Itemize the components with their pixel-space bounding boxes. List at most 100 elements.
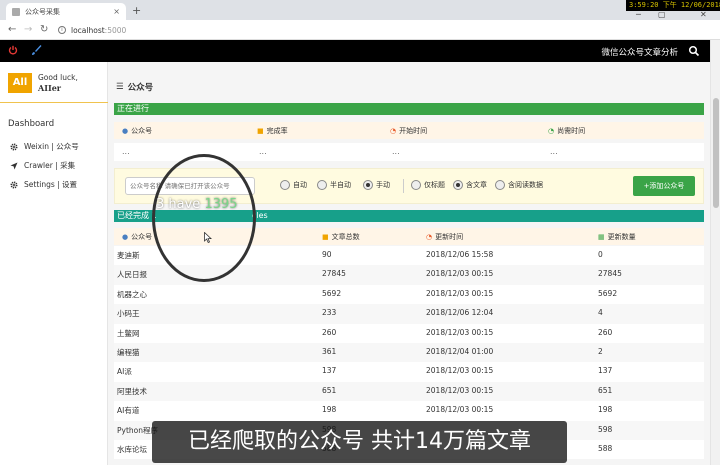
table-cell: 198 — [598, 405, 613, 415]
label-text: 尚需时间 — [557, 127, 586, 135]
user-name: AIIer — [38, 83, 61, 93]
table-row[interactable]: 土鳖网 260 2018/12/03 00:15 260 — [114, 323, 704, 343]
sidebar-item-weixin[interactable]: Weixin | 公众号 — [10, 141, 79, 152]
table-cell: 2018/12/03 00:15 — [426, 288, 494, 298]
scope-radio-read-data[interactable]: 含阅读数据 — [495, 180, 543, 190]
label-text: 完成率 — [266, 127, 288, 135]
label-text: 文章总数 — [331, 233, 360, 241]
label-text: 仅标题 — [424, 181, 445, 189]
minimize-icon[interactable]: ─ — [636, 10, 641, 19]
browser-tab[interactable]: 公众号采集 × — [6, 3, 126, 20]
send-icon — [10, 162, 18, 169]
new-tab-button[interactable]: + — [132, 4, 141, 17]
table-cell: 198 — [322, 405, 337, 415]
in-progress-header: ● 公众号 ■ 完成率 ◔ 开始时间 ◔ 尚需时间 — [114, 122, 704, 139]
radio-button[interactable] — [363, 180, 373, 190]
gear-icon — [10, 143, 18, 150]
sidebar-item-label: Crawler | 采集 — [24, 161, 76, 170]
label-text: 公众号 — [131, 233, 153, 241]
close-window-icon[interactable]: ✕ — [700, 10, 707, 19]
sidebar-item-crawler[interactable]: Crawler | 采集 — [10, 160, 75, 171]
table-cell: 5692 — [322, 288, 342, 298]
page-title-text: 公众号 — [127, 83, 154, 93]
maximize-icon[interactable]: ▢ — [658, 10, 666, 19]
url-port: :5000 — [104, 25, 127, 35]
sidebar-item-label: Settings | 设置 — [24, 180, 78, 189]
label-text: 更新时间 — [435, 233, 464, 241]
user-block: All Good luck, AIIer — [8, 72, 78, 94]
table-row[interactable]: 编程猫 361 2018/12/04 01:00 2 — [114, 342, 704, 363]
column-header: ■ 完成率 — [257, 126, 288, 136]
sidebar-item-settings[interactable]: Settings | 设置 — [10, 179, 77, 190]
table-cell: 2018/12/03 00:15 — [426, 405, 494, 415]
scope-radio-article[interactable]: 含文章 — [453, 180, 487, 190]
table-cell: 5692 — [598, 288, 618, 298]
reload-icon[interactable]: ↻ — [40, 24, 48, 35]
user-icon: ● — [122, 233, 129, 241]
radio-button[interactable] — [280, 180, 290, 190]
table-cell: 651 — [598, 385, 613, 395]
magnified-number: 1395 — [204, 197, 238, 212]
table-cell: AI有道 — [117, 406, 140, 416]
column-header: ◔ 尚需时间 — [548, 126, 585, 136]
scrollbar-thumb[interactable] — [713, 98, 719, 208]
table-row[interactable]: 小码王 233 2018/12/06 12:04 4 — [114, 304, 704, 324]
column-header: ■ 文章总数 — [322, 232, 360, 242]
user-icon: ● — [122, 127, 129, 135]
label-text: 含文章 — [466, 181, 487, 189]
table-row[interactable]: AI有道 198 2018/12/03 00:15 198 — [114, 401, 704, 421]
label-text: 更新数量 — [607, 233, 636, 241]
list-icon: ☰ — [116, 82, 124, 92]
column-header: ◔ 更新时间 — [426, 232, 463, 242]
page-favicon-icon — [12, 7, 20, 16]
greeting-text: Good luck, — [38, 73, 78, 82]
table-cell: 2018/12/06 15:58 — [426, 250, 494, 259]
table-cell: 水库论坛 — [117, 444, 147, 454]
table-cell: 588 — [598, 443, 613, 453]
scope-radio-title[interactable]: 仅标题 — [411, 180, 445, 190]
label-text: 公众号 — [131, 127, 153, 135]
close-tab-icon[interactable]: × — [113, 7, 120, 16]
back-arrow-icon[interactable]: ← — [8, 24, 16, 35]
sidebar: All Good luck, AIIer Dashboard Weixin | … — [0, 62, 108, 465]
mode-radio-manual[interactable]: 手动 — [363, 180, 390, 190]
magnified-prefix: 3 have — [156, 197, 205, 212]
column-header: ● 公众号 — [122, 232, 152, 242]
table-cell: 27845 — [322, 269, 346, 279]
page-scrollbar[interactable] — [710, 40, 720, 465]
gear-icon — [10, 181, 18, 188]
table-cell: 小码王 — [117, 309, 140, 319]
table-cell: 2018/12/03 00:15 — [426, 385, 494, 395]
mode-radio-semi[interactable]: 半自动 — [317, 180, 351, 190]
brush-icon[interactable] — [30, 44, 42, 56]
radio-button[interactable] — [317, 180, 327, 190]
search-icon[interactable] — [688, 45, 700, 57]
table-cell: 阿里技术 — [117, 386, 147, 396]
table-row[interactable]: AI派 137 2018/12/03 00:15 137 — [114, 362, 704, 382]
table-cell: AI派 — [117, 367, 132, 377]
site-info-icon[interactable]: i — [58, 26, 66, 34]
folder-icon: ■ — [322, 233, 329, 241]
clock-icon: ◔ — [390, 127, 397, 135]
table-cell: ... — [392, 147, 400, 156]
radio-button[interactable] — [411, 180, 421, 190]
table-cell: 麦迪斯 — [117, 251, 140, 260]
system-clock: 3:59:20 下午 12/06/2018 — [626, 0, 720, 11]
table-cell: 137 — [598, 366, 613, 376]
forward-arrow-icon[interactable]: → — [24, 24, 32, 35]
table-cell: 2 — [598, 346, 603, 356]
table-cell: 2018/12/03 00:15 — [426, 327, 494, 337]
magnified-text: 3 have 1395 — [156, 197, 238, 212]
address-bar[interactable]: i localhost:5000 — [58, 23, 598, 37]
table-row[interactable]: 阿里技术 651 2018/12/03 00:15 651 — [114, 381, 704, 402]
label-text: 含阅读数据 — [508, 181, 543, 189]
table-row[interactable]: 机器之心 5692 2018/12/03 00:15 5692 — [114, 284, 704, 305]
radio-button[interactable] — [495, 180, 505, 190]
radio-button[interactable] — [453, 180, 463, 190]
table-cell: 4 — [598, 308, 603, 318]
power-icon[interactable] — [8, 45, 18, 55]
mode-radio-auto[interactable]: 自动 — [280, 180, 307, 190]
table-cell: 260 — [598, 327, 613, 337]
app-title: 微信公众号文章分析 — [601, 48, 678, 58]
add-account-button[interactable]: +添加公众号 — [633, 176, 695, 196]
